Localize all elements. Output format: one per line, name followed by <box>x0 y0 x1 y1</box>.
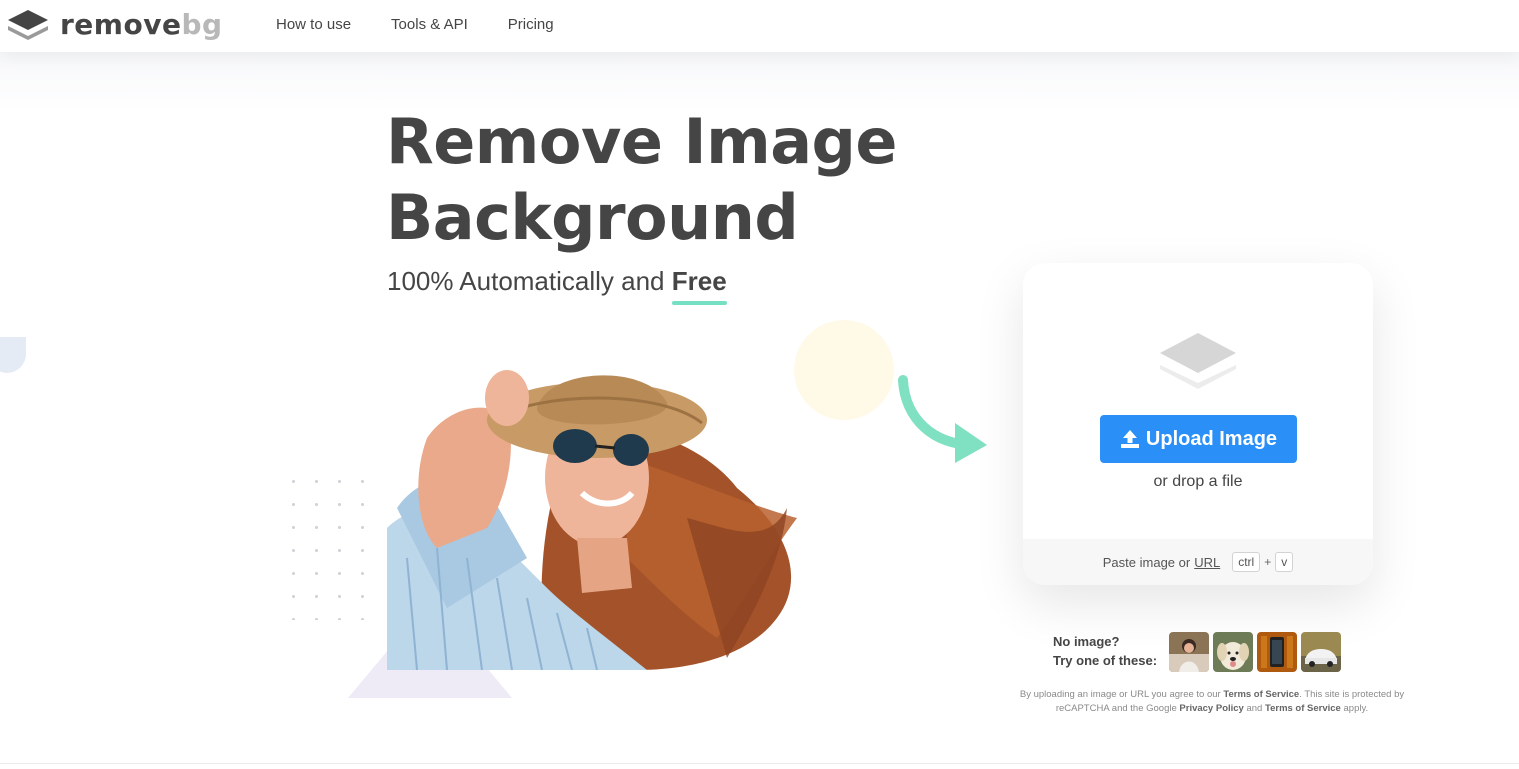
upload-card[interactable]: Upload Image or drop a file Paste image … <box>1023 263 1373 585</box>
section-divider <box>0 763 1519 764</box>
legal-notice: By uploading an image or URL you agree t… <box>1016 688 1408 716</box>
nav-pricing[interactable]: Pricing <box>508 16 554 33</box>
page-title: Remove Image Background <box>386 104 897 256</box>
nav-how-to-use[interactable]: How to use <box>276 16 351 33</box>
sample-thumb-phone[interactable] <box>1257 632 1297 672</box>
decorative-semicircle <box>0 337 26 373</box>
decorative-circle <box>794 320 894 420</box>
samples-label: No image? Try one of these: <box>1053 632 1157 670</box>
paste-bar: Paste image or URL ctrl + v <box>1023 539 1373 585</box>
sample-thumbnails <box>1169 632 1345 672</box>
samples-line-1: No image? <box>1053 634 1120 649</box>
subtitle-highlight: Free <box>671 266 727 305</box>
terms-of-service-link[interactable]: Terms of Service <box>1223 689 1299 700</box>
legal-text-3: and <box>1246 703 1263 714</box>
brand-word-bg: bg <box>181 8 223 41</box>
upload-image-button[interactable]: Upload Image <box>1100 415 1297 463</box>
subtitle-prefix: 100% Automatically and <box>387 266 665 296</box>
layers-icon <box>1160 333 1236 389</box>
subtitle: 100% Automatically and Free <box>387 266 727 305</box>
terms-of-service-link-2[interactable]: Terms of Service <box>1265 703 1341 714</box>
kbd-plus: + <box>1264 555 1272 569</box>
decorative-dot-grid <box>282 470 382 620</box>
paste-text: Paste image or <box>1102 554 1191 570</box>
brand-name: removebg <box>60 11 223 39</box>
brand-word-remove: remove <box>60 8 182 41</box>
upload-icon <box>1120 430 1139 448</box>
logo[interactable]: removebg <box>6 8 223 42</box>
main-nav: How to use Tools & API Pricing <box>276 16 594 33</box>
title-line-2: Background <box>386 181 799 254</box>
legal-text-4: apply. <box>1343 703 1369 714</box>
sample-thumb-car[interactable] <box>1301 632 1341 672</box>
arrow-decoration-icon <box>898 375 987 463</box>
legal-text-1: By uploading an image or URL you agree t… <box>1019 689 1221 700</box>
hero-photo-woman <box>387 358 807 670</box>
drop-file-text: or drop a file <box>1153 473 1243 490</box>
site-header: removebg How to use Tools & API Pricing <box>0 0 1519 52</box>
nav-tools-api[interactable]: Tools & API <box>391 16 468 33</box>
samples-line-2: Try one of these: <box>1053 653 1158 668</box>
privacy-policy-link[interactable]: Privacy Policy <box>1179 703 1243 714</box>
kbd-v: v <box>1275 552 1294 572</box>
sample-thumb-dog[interactable] <box>1213 632 1253 672</box>
hero-background <box>0 52 1519 112</box>
kbd-ctrl: ctrl <box>1232 552 1261 572</box>
sample-thumb-woman[interactable] <box>1169 632 1209 672</box>
paste-url-link[interactable]: URL <box>1194 555 1220 570</box>
title-line-1: Remove Image <box>386 105 897 178</box>
layers-icon <box>8 10 48 40</box>
upload-button-label: Upload Image <box>1145 427 1278 450</box>
